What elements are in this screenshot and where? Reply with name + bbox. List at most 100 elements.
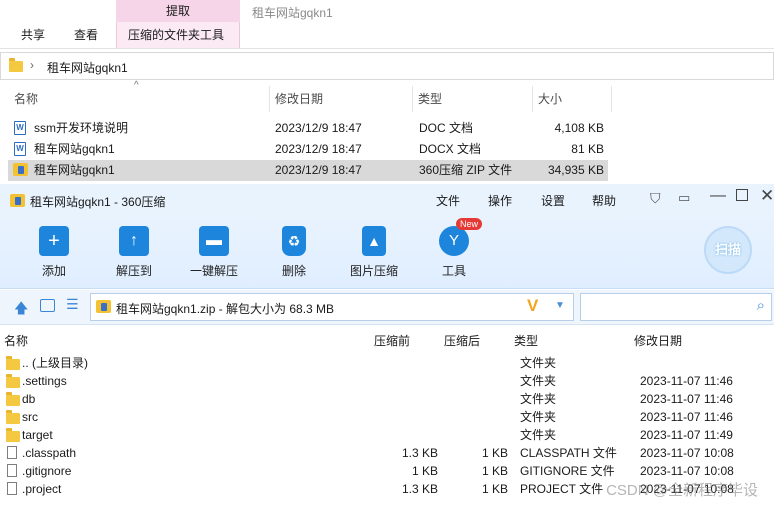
folder-icon (9, 58, 23, 72)
zip-entry-name: .classpath (22, 446, 77, 460)
column-divider[interactable] (532, 86, 533, 112)
column-divider[interactable] (611, 86, 612, 112)
add-button[interactable]: + 添加 (22, 222, 86, 279)
menu-settings[interactable]: 设置 (541, 192, 565, 209)
zip-entry-row[interactable]: .. (上级目录) 文件夹 (0, 354, 774, 372)
feedback-icon[interactable]: ▭ (678, 190, 690, 206)
folder-icon (6, 392, 20, 406)
one-click-extract-label: 一键解压 (189, 264, 238, 278)
file-size: 81 KB (571, 142, 604, 156)
column-date[interactable]: 修改日期 (275, 86, 323, 112)
zip-entry-name: .. (上级目录) (22, 356, 88, 370)
menu-operation[interactable]: 操作 (488, 192, 512, 209)
zip-column-before[interactable]: 压缩前 (374, 330, 410, 352)
chevron-right-icon: › (30, 58, 34, 72)
column-size[interactable]: 大小 (538, 86, 562, 112)
list-item-selected[interactable]: 租车网站gqkn1 2023/12/9 18:47 360压缩 ZIP 文件 3… (8, 160, 608, 181)
tools-label: 工具 (441, 264, 466, 278)
zip-entry-name: src (22, 410, 38, 424)
zip-entry-type: 文件夹 (520, 410, 557, 424)
one-click-extract-button[interactable]: ▬ 一键解压 (182, 222, 246, 279)
file-name: ssm开发环境说明 (34, 121, 128, 135)
file-size: 34,935 KB (547, 163, 604, 177)
zip-column-type[interactable]: 类型 (514, 330, 538, 352)
extract-to-button[interactable]: ↑ 解压到 (102, 222, 166, 279)
search-icon[interactable]: ⌕ (757, 297, 765, 314)
zip-entry-row[interactable]: db 文件夹 2023-11-07 11:46 (0, 390, 774, 408)
minimize-icon[interactable]: — (710, 187, 726, 205)
delete-button[interactable]: ♻ 删除 (262, 222, 326, 279)
menu-help[interactable]: 帮助 (592, 192, 616, 209)
column-divider[interactable] (412, 86, 413, 112)
zip-column-date[interactable]: 修改日期 (634, 330, 682, 352)
up-arrow-icon[interactable]: 🡅 (14, 298, 28, 322)
image-compress-label: 图片压缩 (349, 264, 398, 278)
zip-entry-row[interactable]: target 文件夹 2023-11-07 11:49 (0, 426, 774, 444)
file-date: 2023/12/9 18:47 (275, 142, 362, 156)
zip-entry-type: 文件夹 (520, 374, 557, 388)
column-divider[interactable] (269, 86, 270, 112)
file-type: DOC 文档 (419, 121, 474, 135)
zip-entry-date: 2023-11-07 11:46 (640, 392, 733, 406)
word-doc-icon: W (14, 121, 26, 135)
file-icon (7, 446, 17, 459)
zip-column-after[interactable]: 压缩后 (444, 330, 480, 352)
tab-share[interactable]: 共享 (21, 24, 45, 46)
watermark: CSDN @全新程序毕设 (606, 482, 758, 499)
extract-to-label: 解压到 (115, 264, 152, 278)
file-date: 2023/12/9 18:47 (275, 121, 362, 135)
column-name[interactable]: 名称 (14, 86, 38, 112)
zip-entry-date: 2023-11-07 10:08 (640, 464, 734, 478)
file-name: 租车网站gqkn1 (34, 142, 115, 156)
zip-entry-row[interactable]: .gitignore 1 KB 1 KB GITIGNORE 文件 2023-11-07… (0, 462, 774, 480)
zip-entry-type: 文件夹 (520, 392, 557, 406)
menu-file[interactable]: 文件 (436, 192, 460, 209)
zip-entry-row[interactable]: .settings 文件夹 2023-11-07 11:46 (0, 372, 774, 390)
list-item[interactable]: W ssm开发环境说明 2023/12/9 18:47 DOC 文档 4,108… (8, 118, 608, 139)
tools-icon: Y (439, 226, 469, 256)
sort-up-icon: ^ (134, 80, 139, 91)
v-logo-icon[interactable]: V (527, 296, 538, 316)
zip-column-name[interactable]: 名称 (4, 330, 28, 352)
image-compress-icon: ▲ (362, 226, 386, 256)
zip-icon (13, 163, 28, 176)
zip-entry-name: .project (22, 482, 62, 496)
zip-entry-date: 2023-11-07 11:46 (640, 410, 733, 424)
tab-view[interactable]: 查看 (74, 24, 98, 46)
zip-entry-type: GITIGNORE 文件 (520, 464, 615, 478)
path-field[interactable]: 租车网站gqkn1.zip - 解包大小为 68.3 MB V ▼ (90, 293, 574, 321)
column-type[interactable]: 类型 (418, 86, 442, 112)
list-item[interactable]: W 租车网站gqkn1 2023/12/9 18:47 DOCX 文档 81 K… (8, 139, 608, 160)
zip-entry-type: 文件夹 (520, 428, 557, 442)
folder-icon (6, 410, 20, 424)
address-bar[interactable]: › 租车网站gqkn1 (0, 52, 774, 80)
zip-entry-after: 1 KB (481, 446, 508, 460)
tab-compressed-folder-tools[interactable]: 压缩的文件夹工具 (128, 24, 224, 46)
zip-entry-row[interactable]: .classpath 1.3 KB 1 KB CLASSPATH 文件 2023-11-… (0, 444, 774, 462)
context-tab-extract[interactable]: 提取 (116, 0, 240, 22)
view-thumbnail-icon[interactable] (40, 299, 55, 312)
zip-titlebar: 租车网站gqkn1 - 360压缩 文件 操作 设置 帮助 ⛉ ▭ — ✕ (0, 184, 774, 216)
breadcrumb[interactable]: 租车网站gqkn1 (47, 59, 128, 76)
file-icon (7, 464, 17, 477)
tools-button[interactable]: Y 工具 (422, 222, 486, 279)
app-icon (10, 194, 25, 207)
delete-label: 删除 (281, 264, 306, 278)
view-list-icon[interactable]: ☰ (66, 296, 79, 313)
one-click-extract-icon: ▬ (199, 226, 229, 256)
search-input[interactable]: ⌕ (580, 293, 772, 321)
close-icon[interactable]: ✕ (760, 186, 774, 206)
dropdown-arrow-icon[interactable]: ▼ (555, 300, 565, 311)
file-type: DOCX 文档 (419, 142, 482, 156)
maximize-icon[interactable] (736, 189, 748, 201)
image-compress-button[interactable]: ▲ 图片压缩 (342, 222, 406, 279)
zip-entry-date: 2023-11-07 11:46 (640, 374, 733, 388)
zip-entry-after: 1 KB (481, 464, 508, 478)
zip-entry-row[interactable]: src 文件夹 2023-11-07 11:46 (0, 408, 774, 426)
folder-icon (6, 356, 20, 370)
zip-entry-before: 1.3 KB (401, 482, 438, 496)
scan-button[interactable]: 扫描 (704, 226, 752, 274)
shirt-skin-icon[interactable]: ⛉ (650, 190, 661, 207)
zip-entry-name: target (22, 428, 53, 442)
path-text: 租车网站gqkn1.zip - 解包大小为 68.3 MB (116, 302, 335, 316)
